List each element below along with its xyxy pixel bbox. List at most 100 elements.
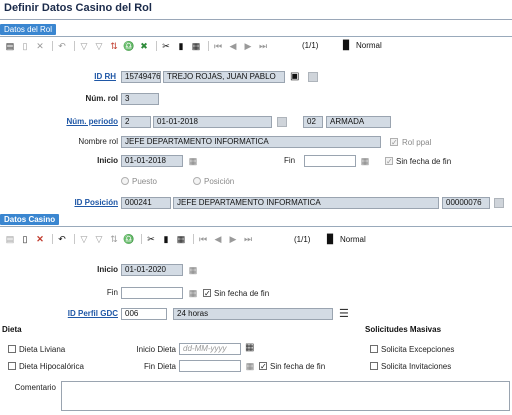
- calendar-icon[interactable]: ▦: [188, 265, 198, 275]
- excel-export-icon[interactable]: ✖: [138, 40, 150, 52]
- record-counter: (1/1): [302, 41, 319, 50]
- nombre-persona-field: TREJO ROJAS, JUAN PABLO: [163, 71, 285, 83]
- inicio-dieta-field[interactable]: dd-MM-yyyy: [179, 343, 241, 355]
- solicita-excepciones-checkbox[interactable]: [370, 345, 378, 353]
- cut-icon[interactable]: ✂: [145, 233, 157, 245]
- dieta-liviana-checkbox[interactable]: [8, 345, 16, 353]
- solicitudes-title: Solicitudes Masivas: [365, 325, 442, 334]
- num-periodo-label[interactable]: Núm. periodo: [40, 117, 118, 126]
- nombre-rol-field[interactable]: JEFE DEPARTAMENTO INFORMATICA: [121, 136, 381, 148]
- delete-icon[interactable]: ✕: [34, 40, 46, 52]
- binoculars-icon[interactable]: ♎: [123, 233, 135, 245]
- tab-datos-casino[interactable]: Datos Casino: [0, 214, 60, 225]
- comentario-textarea[interactable]: [61, 381, 510, 411]
- posicion-codigo-field: 00000076: [442, 197, 490, 209]
- cut-icon[interactable]: ✂: [160, 40, 172, 52]
- copy-icon[interactable]: ▮: [175, 40, 187, 52]
- casino-fin-field[interactable]: [121, 287, 183, 299]
- periodo-lookup-button[interactable]: [277, 117, 287, 127]
- posicion-lookup-button[interactable]: [494, 198, 504, 208]
- calendar-icon[interactable]: ▦: [245, 361, 255, 371]
- toolbar-separator: [74, 41, 75, 51]
- save-icon[interactable]: ▤: [4, 233, 16, 245]
- sin-fecha-fin-checkbox[interactable]: [385, 157, 393, 165]
- num-periodo-field[interactable]: 2: [121, 116, 151, 128]
- calendar-icon[interactable]: ▦: [245, 342, 254, 353]
- copy-icon[interactable]: ▮: [160, 233, 172, 245]
- casino-inicio-label: Inicio: [97, 265, 118, 274]
- last-record-icon[interactable]: ⏭: [257, 40, 269, 52]
- fin-field[interactable]: [304, 155, 356, 167]
- toolbar-separator: [74, 234, 75, 244]
- sin-fecha-fin-label: Sin fecha de fin: [396, 157, 452, 166]
- binoculars-icon[interactable]: ♎: [123, 40, 135, 52]
- record-counter: (1/1): [294, 235, 311, 244]
- posicion-radio[interactable]: [193, 177, 201, 185]
- solicita-invitaciones-label: Solicita Invitaciones: [381, 362, 452, 371]
- puesto-radio[interactable]: [121, 177, 129, 185]
- id-rh-label[interactable]: ID RH: [40, 72, 116, 81]
- calendar-icon[interactable]: ▦: [188, 288, 198, 298]
- id-posicion-field[interactable]: 000241: [121, 197, 171, 209]
- extra-button[interactable]: [308, 72, 318, 82]
- undo-icon[interactable]: ↶: [56, 40, 68, 52]
- filter-edit-icon[interactable]: ▽: [93, 40, 105, 52]
- filter-icon[interactable]: ▽: [78, 233, 90, 245]
- dieta-liviana-label: Dieta Liviana: [19, 345, 66, 354]
- document-icon: ▉: [343, 40, 350, 50]
- fin-dieta-label: Fin Dieta: [143, 362, 176, 371]
- dieta-hipocalorica-label: Dieta Hipocalórica: [19, 362, 84, 371]
- sort-icon[interactable]: ⇅: [108, 40, 120, 52]
- tab-datos-rol[interactable]: Datos del Rol: [0, 24, 57, 35]
- document-icon: ▉: [327, 234, 334, 244]
- fin-dieta-sin-fecha-checkbox[interactable]: [259, 362, 267, 370]
- filter-icon[interactable]: ▽: [78, 40, 90, 52]
- delete-icon[interactable]: ✕: [34, 233, 46, 245]
- calendar-icon[interactable]: ▦: [360, 156, 370, 166]
- next-record-icon[interactable]: ▶: [227, 233, 239, 245]
- new-record-icon[interactable]: ▯: [19, 40, 31, 52]
- prev-record-icon[interactable]: ◀: [212, 233, 224, 245]
- rama-nombre-field: ARMADA: [326, 116, 391, 128]
- id-perfil-gdc-field[interactable]: 006: [121, 308, 167, 320]
- casino-sin-fecha-fin-label: Sin fecha de fin: [214, 289, 270, 298]
- fin-label: Fin: [284, 156, 296, 165]
- casino-sin-fecha-fin-checkbox[interactable]: [203, 289, 211, 297]
- prev-record-icon[interactable]: ◀: [227, 40, 239, 52]
- inicio-label: Inicio: [97, 156, 118, 165]
- toolbar-separator: [52, 41, 53, 51]
- id-perfil-gdc-label[interactable]: ID Perfil GDC: [40, 309, 118, 318]
- num-rol-field[interactable]: 3: [121, 93, 159, 105]
- fin-dieta-field[interactable]: [179, 360, 241, 372]
- last-record-icon[interactable]: ⏭: [242, 233, 254, 245]
- calendar-icon[interactable]: ▦: [188, 156, 198, 166]
- save-icon[interactable]: ▤: [4, 40, 16, 52]
- toolbar-rol: ▤ ▯ ✕ ↶ ▽ ▽ ⇅ ♎ ✖ ✂ ▮ ▦ ⏮ ◀ ▶ ⏭: [4, 39, 504, 53]
- casino-fin-label: Fin: [106, 288, 118, 297]
- first-record-icon[interactable]: ⏮: [212, 40, 224, 52]
- comentario-label: Comentario: [14, 383, 56, 392]
- id-rh-field[interactable]: 15749476: [121, 71, 161, 83]
- inicio-field[interactable]: 01-01-2018: [121, 155, 183, 167]
- new-record-icon[interactable]: ▯: [19, 233, 31, 245]
- next-record-icon[interactable]: ▶: [242, 40, 254, 52]
- paste-icon[interactable]: ▦: [175, 233, 187, 245]
- paste-icon[interactable]: ▦: [190, 40, 202, 52]
- page-title: Definir Datos Casino del Rol: [4, 2, 152, 14]
- mode-label: Normal: [356, 41, 382, 50]
- filter-edit-icon[interactable]: ▽: [93, 233, 105, 245]
- casino-inicio-field[interactable]: 01-01-2020: [121, 264, 183, 276]
- solicita-invitaciones-checkbox[interactable]: [370, 362, 378, 370]
- undo-icon[interactable]: ↶: [56, 233, 68, 245]
- posicion-label: Posición: [204, 177, 235, 186]
- solicita-excepciones-label: Solicita Excepciones: [381, 345, 455, 354]
- dieta-hipocalorica-checkbox[interactable]: [8, 362, 16, 370]
- sort-icon[interactable]: ⇅: [108, 233, 120, 245]
- dieta-title: Dieta: [2, 325, 22, 334]
- person-lookup-icon[interactable]: ▣: [290, 71, 299, 82]
- toolbar-separator: [52, 234, 53, 244]
- id-posicion-label[interactable]: ID Posición: [40, 198, 118, 207]
- first-record-icon[interactable]: ⏮: [197, 233, 209, 245]
- list-icon[interactable]: ☰: [339, 307, 349, 320]
- rol-ppal-checkbox[interactable]: [390, 138, 398, 146]
